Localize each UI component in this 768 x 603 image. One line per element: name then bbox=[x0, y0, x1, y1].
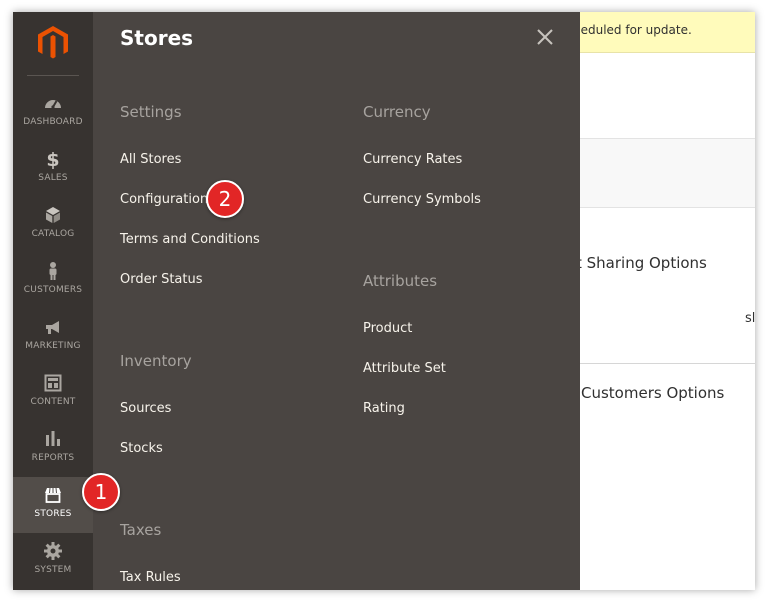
dashboard-icon bbox=[13, 93, 93, 115]
section-attributes: Attributes bbox=[363, 272, 438, 290]
nav-label-system: SYSTEM bbox=[34, 565, 72, 575]
step-badge-2: 2 bbox=[206, 180, 244, 218]
menu-link-currency-rates[interactable]: Currency Rates bbox=[363, 152, 462, 167]
admin-window: heduled for update. t Sharing Options sl… bbox=[13, 12, 755, 590]
dollar-icon: $ bbox=[46, 149, 60, 171]
background-header-stripe bbox=[573, 138, 755, 208]
menu-link-sources[interactable]: Sources bbox=[120, 401, 171, 416]
nav-item-catalog[interactable]: CATALOG bbox=[13, 197, 93, 253]
nav-label-content: CONTENT bbox=[30, 397, 76, 407]
nav-item-sales[interactable]: $ SALES bbox=[13, 141, 93, 197]
nav-item-stores[interactable]: STORES bbox=[13, 477, 93, 533]
section-settings: Settings bbox=[120, 103, 182, 121]
section-currency: Currency bbox=[363, 103, 431, 121]
background-stub-text: sl bbox=[745, 311, 755, 326]
step-badge-1: 1 bbox=[82, 473, 120, 511]
close-icon[interactable] bbox=[534, 26, 556, 48]
menu-link-configuration[interactable]: Configuration bbox=[120, 192, 208, 207]
nav-label-stores: STORES bbox=[34, 509, 72, 519]
system-notice-text: heduled for update. bbox=[573, 23, 692, 37]
menu-link-all-stores[interactable]: All Stores bbox=[120, 152, 181, 167]
stores-menu-panel: Stores Settings All Stores Configuration… bbox=[93, 12, 580, 590]
menu-link-currency-symbols[interactable]: Currency Symbols bbox=[363, 192, 481, 207]
bar-chart-icon bbox=[13, 429, 93, 451]
panel-title: Stores bbox=[120, 26, 194, 50]
nav-label-reports: REPORTS bbox=[31, 453, 75, 463]
background-divider bbox=[573, 363, 755, 364]
magento-logo-icon[interactable] bbox=[35, 24, 71, 60]
background-section-sharing[interactable]: t Sharing Options bbox=[576, 254, 707, 272]
menu-link-terms-and-conditions[interactable]: Terms and Conditions bbox=[120, 232, 260, 247]
nav-label-marketing: MARKETING bbox=[25, 341, 81, 351]
nav-label-catalog: CATALOG bbox=[31, 229, 75, 239]
nav-item-dashboard[interactable]: DASHBOARD bbox=[13, 85, 93, 141]
section-taxes: Taxes bbox=[120, 521, 162, 539]
menu-link-tax-rules[interactable]: Tax Rules bbox=[120, 570, 181, 585]
layout-icon bbox=[13, 373, 93, 395]
nav-label-dashboard: DASHBOARD bbox=[23, 117, 83, 127]
cube-icon bbox=[13, 205, 93, 227]
nav-item-marketing[interactable]: MARKETING bbox=[13, 309, 93, 365]
nav-label-customers: CUSTOMERS bbox=[23, 285, 83, 295]
nav-item-content[interactable]: CONTENT bbox=[13, 365, 93, 421]
menu-link-attribute-set[interactable]: Attribute Set bbox=[363, 361, 446, 376]
logo-separator bbox=[27, 75, 79, 76]
menu-link-order-status[interactable]: Order Status bbox=[120, 272, 203, 287]
menu-link-rating[interactable]: Rating bbox=[363, 401, 405, 416]
nav-item-system[interactable]: SYSTEM bbox=[13, 533, 93, 589]
system-notice: heduled for update. bbox=[573, 12, 755, 53]
storefront-icon bbox=[13, 485, 93, 507]
megaphone-icon bbox=[13, 317, 93, 339]
admin-sidebar: DASHBOARD $ SALES CATALOG CUSTOMERS MARK… bbox=[13, 12, 93, 590]
section-inventory: Inventory bbox=[120, 352, 192, 370]
nav-item-customers[interactable]: CUSTOMERS bbox=[13, 253, 93, 309]
background-section-customers[interactable]: Customers Options bbox=[581, 384, 724, 402]
menu-link-product[interactable]: Product bbox=[363, 321, 412, 336]
nav-label-sales: SALES bbox=[38, 173, 68, 183]
gear-icon bbox=[13, 541, 93, 563]
nav-item-reports[interactable]: REPORTS bbox=[13, 421, 93, 477]
menu-link-stocks[interactable]: Stocks bbox=[120, 441, 163, 456]
person-icon bbox=[13, 261, 93, 283]
